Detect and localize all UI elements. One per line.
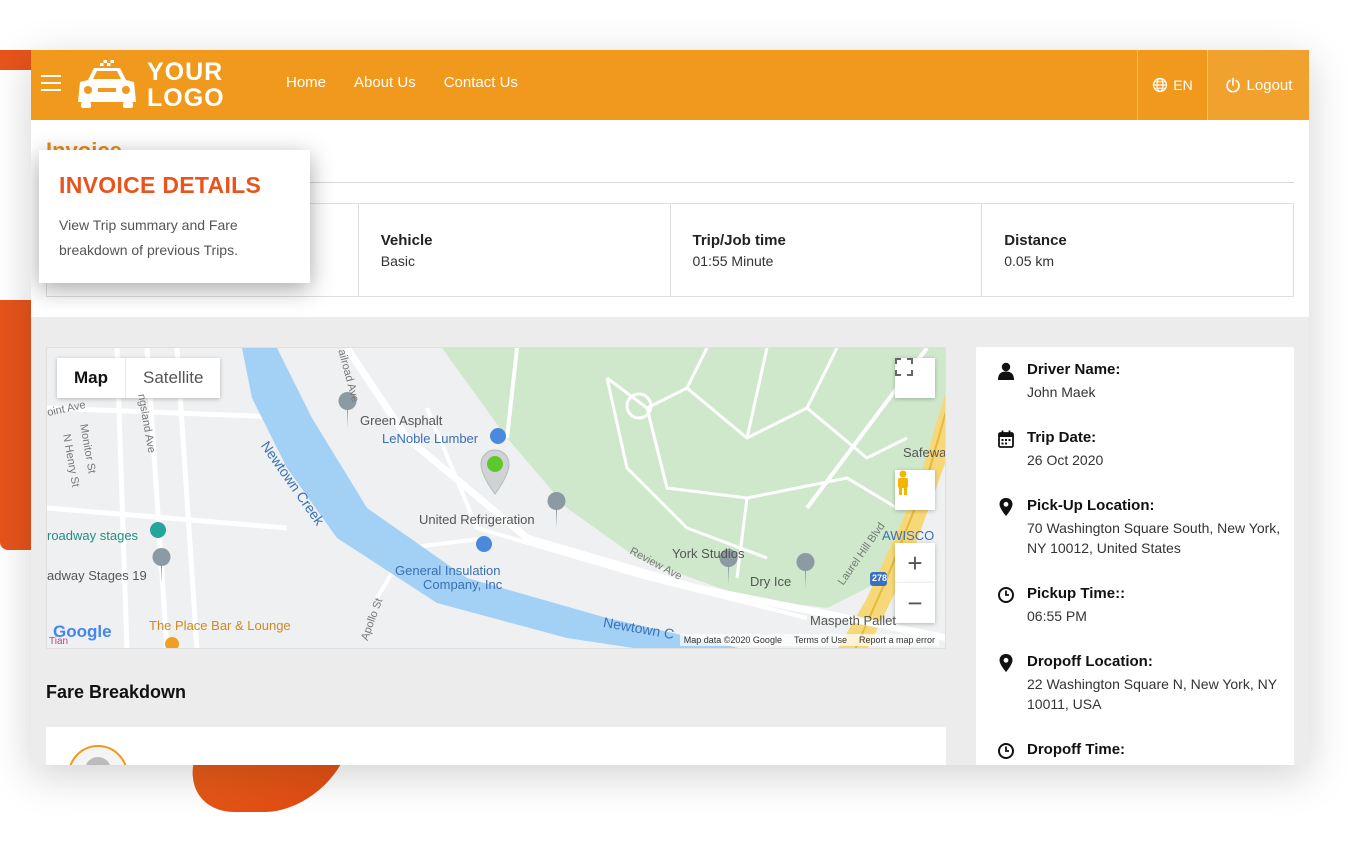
map-label: Green Asphalt (360, 413, 443, 428)
pegman-icon (898, 470, 908, 495)
fare-breakdown-title: Fare Breakdown (46, 682, 187, 702)
logout-label: Logout (1246, 76, 1293, 94)
map-type-map[interactable]: Map (57, 358, 125, 398)
app-window: YOUR LOGO Home About Us Contact Us EN Lo… (31, 50, 1309, 765)
clock-icon (998, 587, 1014, 603)
terms-of-use-link[interactable]: Terms of Use (794, 635, 847, 645)
fullscreen-icon (895, 358, 913, 376)
detail-dropoff-location: Dropoff Location: 22 Washington Square N… (998, 653, 1297, 714)
trip-details-panel: Driver Name: John Maek Trip Date: 26 Oct… (976, 347, 1294, 765)
nav-home[interactable]: Home (286, 74, 326, 91)
map-label: General Insulation (395, 563, 501, 578)
user-icon (998, 362, 1014, 380)
language-selector[interactable]: EN (1137, 50, 1207, 120)
map-label: United Refrigeration (419, 512, 535, 527)
clock-icon (998, 743, 1014, 759)
route-shield-label: 278 (872, 573, 888, 583)
stat-vehicle: Vehicle Basic (357, 204, 670, 296)
page: YOUR LOGO Home About Us Contact Us EN Lo… (0, 0, 1348, 842)
avatar (68, 745, 128, 765)
detail-trip-date: Trip Date: 26 Oct 2020 (998, 429, 1297, 470)
main-nav: Home About Us Contact Us (286, 74, 518, 91)
logo-text: YOUR LOGO (147, 58, 225, 112)
hamburger-menu-icon[interactable] (41, 75, 61, 93)
stat-distance: Distance 0.05 km (981, 204, 1293, 296)
power-icon (1225, 77, 1240, 93)
map-label: York Studios (672, 546, 745, 561)
location-pin-icon (999, 654, 1013, 672)
map-label: LeNoble Lumber (382, 431, 479, 446)
map-data-credit: Map data ©2020 Google (683, 635, 782, 645)
map-attribution: Map data ©2020 Google Terms of Use Repor… (679, 634, 939, 646)
nav-contact-us[interactable]: Contact Us (444, 74, 518, 91)
nav-about-us[interactable]: About Us (354, 74, 416, 91)
calendar-icon (998, 430, 1014, 448)
zoom-out-button[interactable]: − (895, 583, 935, 623)
top-navbar: YOUR LOGO Home About Us Contact Us EN Lo… (31, 50, 1309, 120)
callout-text: View Trip summary and Fare breakdown of … (59, 217, 238, 258)
street-view-pegman[interactable] (895, 470, 935, 510)
map-type-toggle: Map Satellite (57, 358, 221, 398)
map-label: The Place Bar & Lounge (149, 618, 291, 633)
globe-icon (1153, 77, 1168, 93)
detail-driver-name: Driver Name: John Maek (998, 361, 1297, 402)
fare-breakdown-card (46, 727, 946, 765)
trip-map[interactable]: Map Satellite + − Green Asphalt LeNoble … (46, 347, 946, 649)
map-label: Company, Inc (423, 577, 503, 592)
zoom-in-button[interactable]: + (895, 543, 935, 583)
map-label: Safewa (903, 445, 946, 460)
map-type-satellite[interactable]: Satellite (125, 358, 220, 398)
detail-pickup-time: Pickup Time:: 06:55 PM (998, 585, 1297, 626)
taxi-logo-icon (78, 60, 136, 108)
detail-pickup-location: Pick-Up Location: 70 Washington Square S… (998, 497, 1297, 558)
report-map-error-link[interactable]: Report a map error (859, 635, 935, 645)
map-label: Tian (49, 636, 69, 647)
fullscreen-button[interactable] (895, 358, 935, 398)
map-label: Maspeth Pallet (810, 613, 896, 628)
map-label: roadway stages (47, 528, 139, 543)
map-label: Dry Ice (750, 574, 792, 589)
language-label: EN (1173, 77, 1193, 93)
map-label: adway Stages 19 (47, 568, 147, 583)
stat-trip-time: Trip/Job time 01:55 Minute (669, 204, 982, 296)
map-label: AWISCO (882, 528, 935, 543)
detail-dropoff-time: Dropoff Time: (998, 741, 1297, 762)
callout-title: INVOICE DETAILS (59, 172, 262, 198)
invoice-details-callout: INVOICE DETAILS View Trip summary and Fa… (39, 150, 310, 283)
logout-button[interactable]: Logout (1207, 50, 1309, 120)
location-pin-icon (999, 498, 1013, 516)
